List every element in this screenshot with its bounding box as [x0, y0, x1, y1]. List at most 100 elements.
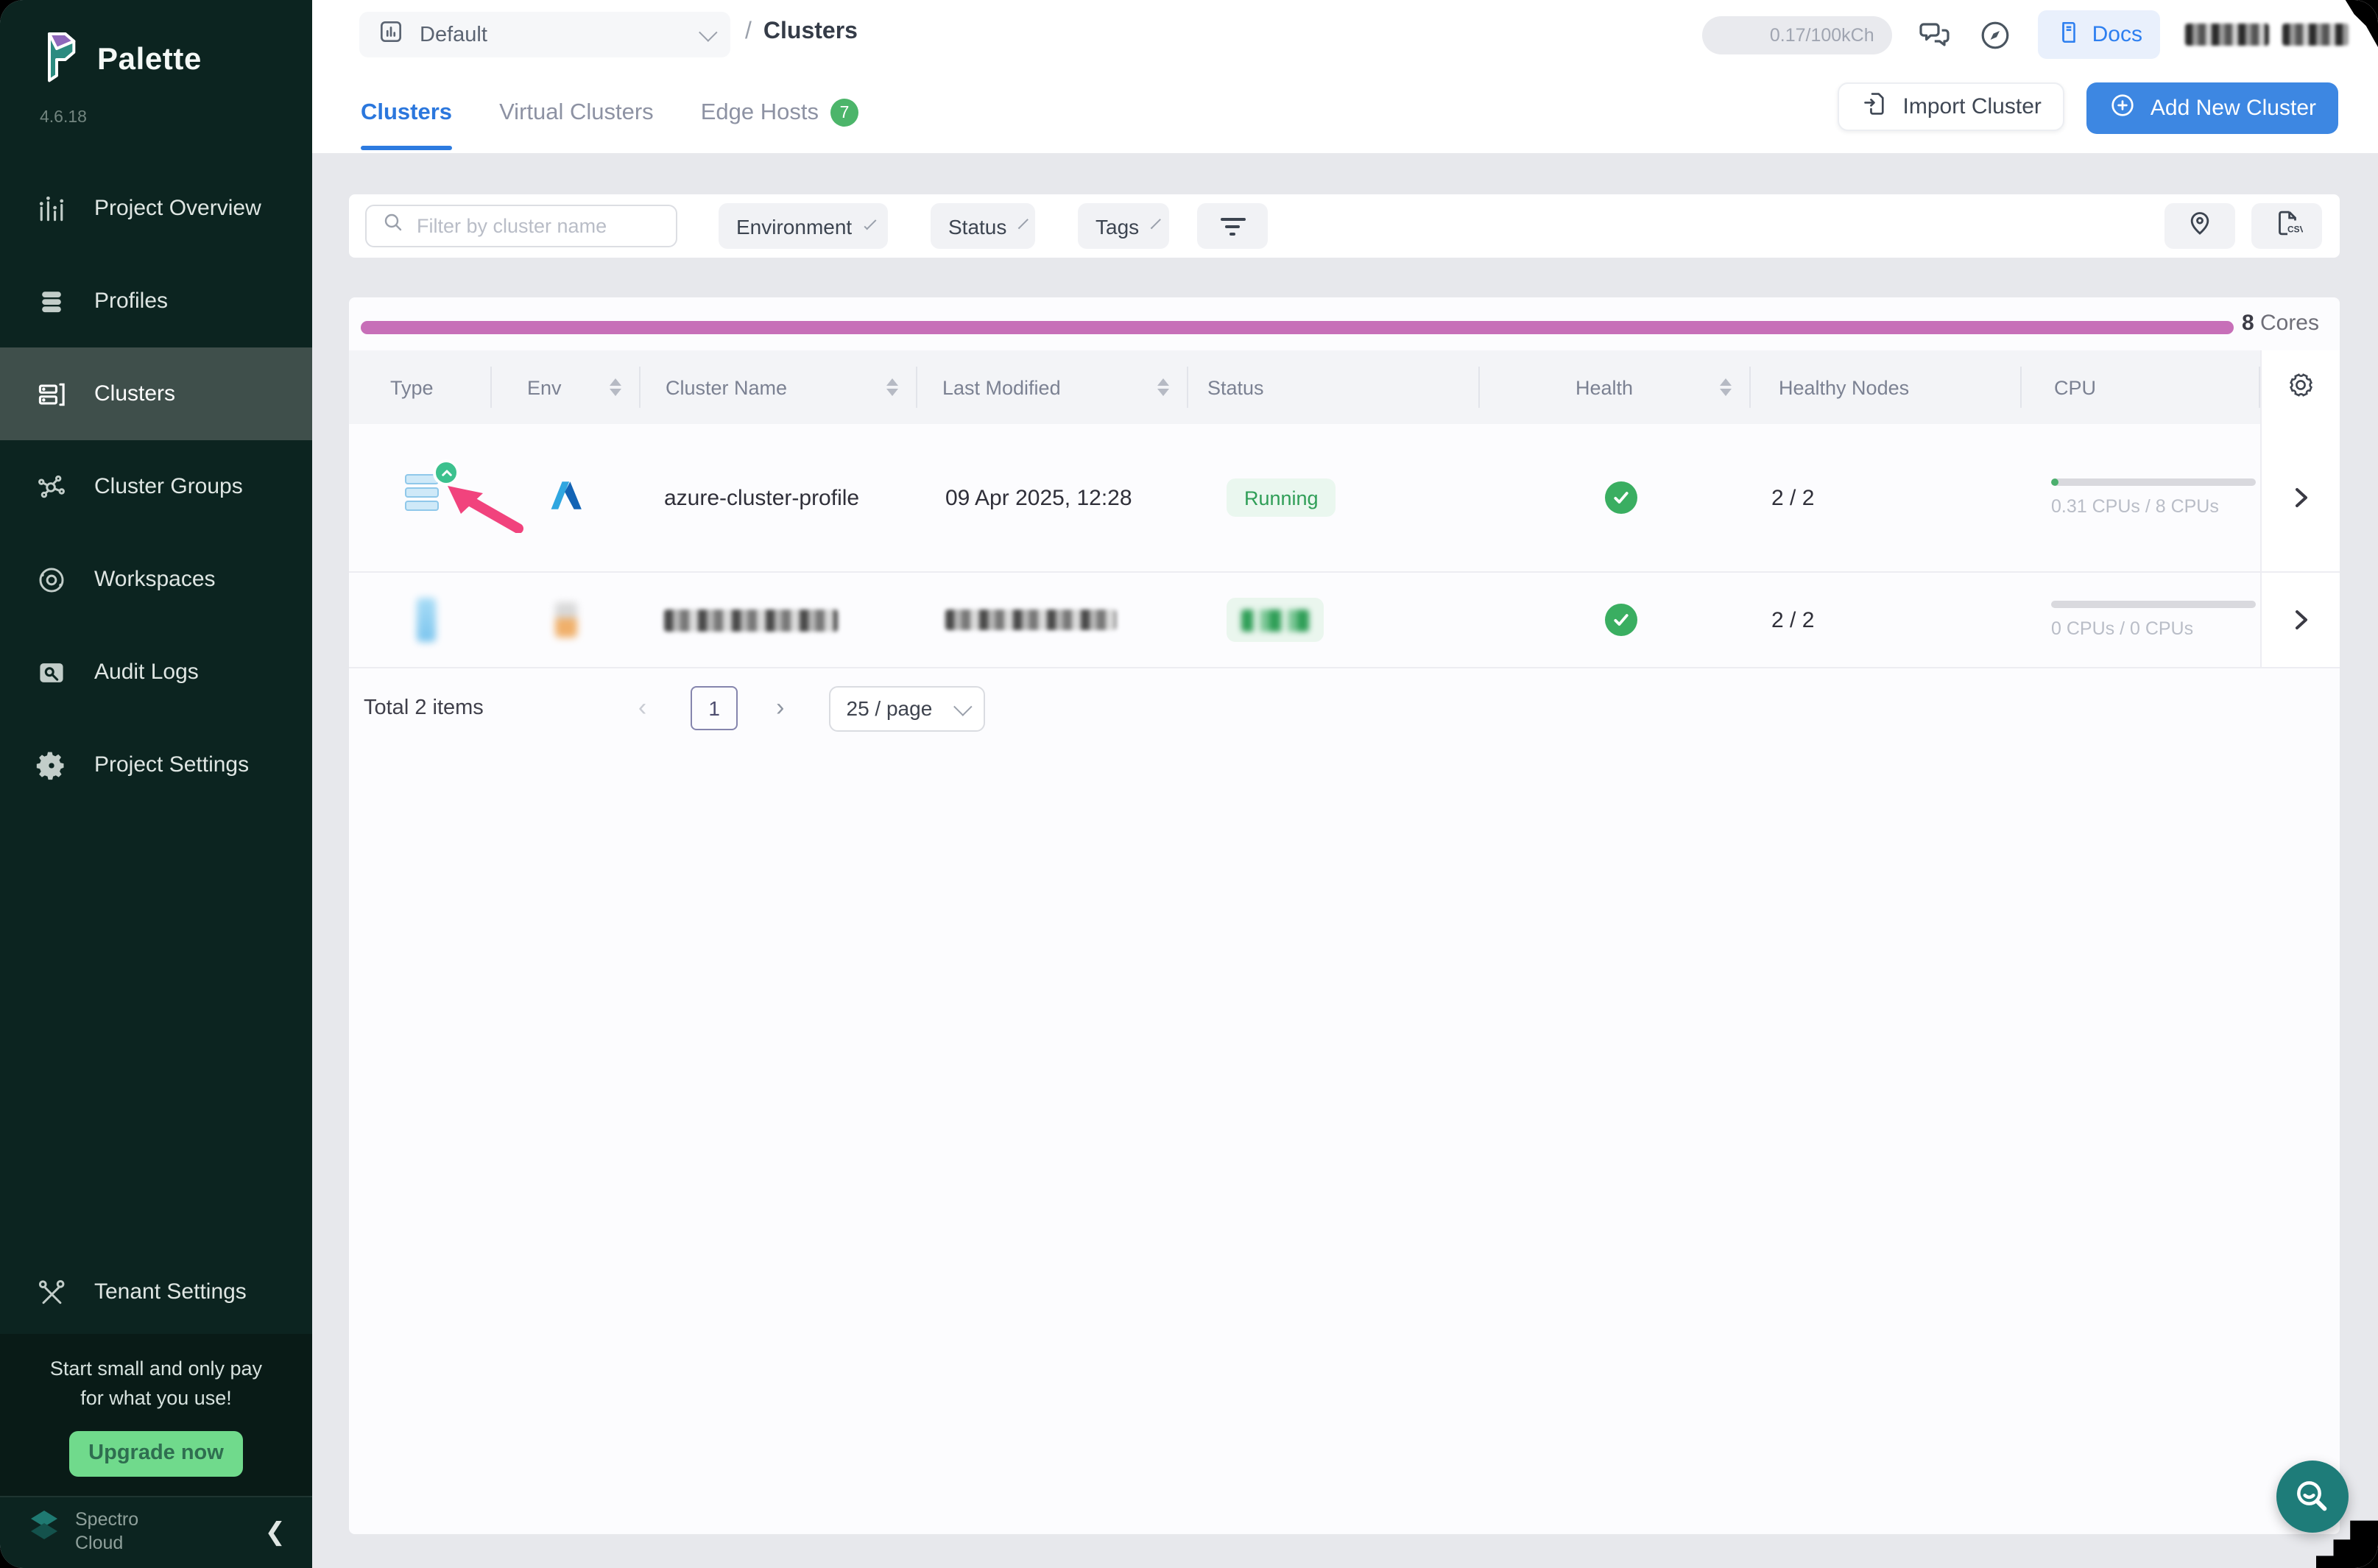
project-scope-select[interactable]: Default: [359, 12, 730, 57]
redacted-cluster-name: [664, 609, 838, 631]
page-body: Environment Status Tags: [312, 153, 2378, 1568]
svg-text:CSV: CSV: [2287, 223, 2302, 233]
tab-edge-hosts[interactable]: Edge Hosts 7: [701, 99, 858, 150]
cell-last-modified: [917, 573, 1188, 667]
redacted-env-icon: [555, 602, 577, 638]
sidebar-item-audit-logs[interactable]: Audit Logs: [0, 626, 312, 718]
table-settings-button[interactable]: [2260, 350, 2340, 424]
import-file-icon: [1862, 90, 1890, 124]
cell-cluster-name[interactable]: azure-cluster-profile: [641, 424, 917, 571]
filter-panel: Environment Status Tags: [349, 194, 2340, 258]
search-input[interactable]: [417, 215, 652, 237]
imported-badge-icon: [433, 459, 459, 486]
chevron-down-icon: [953, 696, 972, 715]
azure-icon: [548, 476, 585, 519]
chevron-down-icon: [864, 217, 877, 230]
total-items-label: Total 2 items: [364, 696, 484, 720]
column-header-status[interactable]: Status: [1188, 350, 1480, 424]
sort-icon[interactable]: [1720, 378, 1732, 396]
topbar: Default /Clusters 0.17/100kCh: [312, 0, 2378, 153]
page-number-button[interactable]: 1: [691, 686, 738, 730]
column-header-healthy-nodes[interactable]: Healthy Nodes: [1751, 350, 2022, 424]
cell-status: [1188, 573, 1480, 667]
pagination: Total 2 items ‹ 1 › 25 / page: [349, 663, 2340, 754]
row-expand-button[interactable]: [2260, 424, 2340, 571]
healthy-check-icon: [1605, 481, 1637, 514]
redacted-user-name-2: [2282, 24, 2349, 46]
gear-icon: [2285, 370, 2316, 405]
cell-health: [1480, 424, 1751, 571]
audit-log-icon: [35, 656, 68, 688]
compass-icon[interactable]: [1977, 17, 2013, 52]
chevron-down-icon: [1150, 219, 1160, 229]
previous-page-icon[interactable]: ‹: [638, 693, 646, 723]
filter-lines-icon: [1220, 217, 1245, 235]
topbar-right: 0.17/100kCh Docs: [1702, 0, 2349, 69]
upsell-text: Start small and only pay for what you us…: [0, 1355, 312, 1414]
sidebar-item-project-overview[interactable]: Project Overview: [0, 162, 312, 255]
edge-hosts-count-badge: 7: [830, 99, 858, 127]
palette-logo-icon: [38, 27, 82, 93]
cell-cluster-name[interactable]: [641, 573, 917, 667]
feedback-search-button[interactable]: [2276, 1461, 2349, 1533]
sidebar-item-label: Workspaces: [94, 567, 216, 592]
annotation-arrow: [442, 483, 527, 533]
environment-filter[interactable]: Environment: [719, 203, 888, 249]
page-size-select[interactable]: 25 / page: [829, 685, 985, 731]
chevron-down-icon: [1017, 219, 1028, 229]
gear-icon: [35, 749, 68, 781]
map-view-button[interactable]: [2164, 203, 2235, 249]
status-filter[interactable]: Status: [931, 203, 1035, 249]
column-header-cluster-name[interactable]: Cluster Name: [641, 350, 917, 424]
table-row[interactable]: azure-cluster-profile 09 Apr 2025, 12:28…: [349, 424, 2340, 573]
header-actions: Import Cluster Add New Cluster: [1838, 82, 2339, 134]
cell-cpu: 0 CPUs / 0 CPUs: [2022, 573, 2260, 667]
column-header-last-modified[interactable]: Last Modified: [917, 350, 1188, 424]
collapse-sidebar-icon[interactable]: ❮: [265, 1518, 286, 1547]
cell-type: [349, 573, 492, 667]
usage-badge: 0.17/100kCh: [1702, 15, 1892, 54]
sort-icon[interactable]: [886, 378, 898, 396]
more-filters-button[interactable]: [1197, 203, 1268, 249]
chat-icon[interactable]: [1917, 17, 1952, 52]
sidebar-item-label: Project Settings: [94, 752, 249, 777]
tags-filter[interactable]: Tags: [1078, 203, 1169, 249]
sidebar-footer: Spectro Cloud ❮: [0, 1496, 312, 1568]
column-header-env[interactable]: Env: [492, 350, 641, 424]
cluster-search[interactable]: [365, 205, 677, 247]
chevron-down-icon: [699, 23, 717, 41]
table-row[interactable]: 2 / 2 0 CPUs / 0 CPUs: [349, 573, 2340, 668]
row-expand-button[interactable]: [2260, 573, 2340, 667]
sidebar-item-label: Audit Logs: [94, 660, 199, 685]
location-pin-icon: [2185, 208, 2215, 244]
sidebar-item-label: Project Overview: [94, 196, 261, 221]
sidebar-item-clusters[interactable]: Clusters: [0, 347, 312, 440]
sort-icon[interactable]: [1157, 378, 1169, 396]
sidebar-item-workspaces[interactable]: Workspaces: [0, 533, 312, 626]
breadcrumb: /Clusters: [745, 19, 858, 46]
sidebar-item-profiles[interactable]: Profiles: [0, 255, 312, 347]
add-new-cluster-button[interactable]: Add New Cluster: [2087, 82, 2338, 134]
column-header-type[interactable]: Type: [349, 350, 492, 424]
sidebar-item-tenant-settings[interactable]: Tenant Settings: [0, 1246, 312, 1338]
cores-usage-bar: [361, 321, 2234, 334]
server-stack-icon: [35, 378, 68, 410]
project-scope-value: Default: [420, 23, 487, 46]
export-csv-button[interactable]: CSV: [2251, 203, 2322, 249]
import-cluster-button[interactable]: Import Cluster: [1838, 82, 2065, 131]
sidebar-item-cluster-groups[interactable]: Cluster Groups: [0, 440, 312, 533]
column-header-cpu[interactable]: CPU: [2022, 350, 2260, 424]
brand: Palette: [38, 27, 202, 93]
layers-icon: [35, 285, 68, 317]
tab-clusters[interactable]: Clusters: [361, 100, 452, 150]
upsell-banner: Start small and only pay for what you us…: [0, 1334, 312, 1496]
tab-virtual-clusters[interactable]: Virtual Clusters: [499, 100, 654, 150]
sort-icon[interactable]: [610, 378, 621, 396]
redacted-user-name: [2185, 24, 2269, 46]
sidebar-item-project-settings[interactable]: Project Settings: [0, 718, 312, 811]
column-header-health[interactable]: Health: [1480, 350, 1751, 424]
sidebar-nav: Project Overview Profiles: [0, 162, 312, 811]
upgrade-now-button[interactable]: Upgrade now: [69, 1430, 243, 1476]
docs-button[interactable]: Docs: [2038, 10, 2160, 59]
next-page-icon[interactable]: ›: [776, 693, 784, 723]
